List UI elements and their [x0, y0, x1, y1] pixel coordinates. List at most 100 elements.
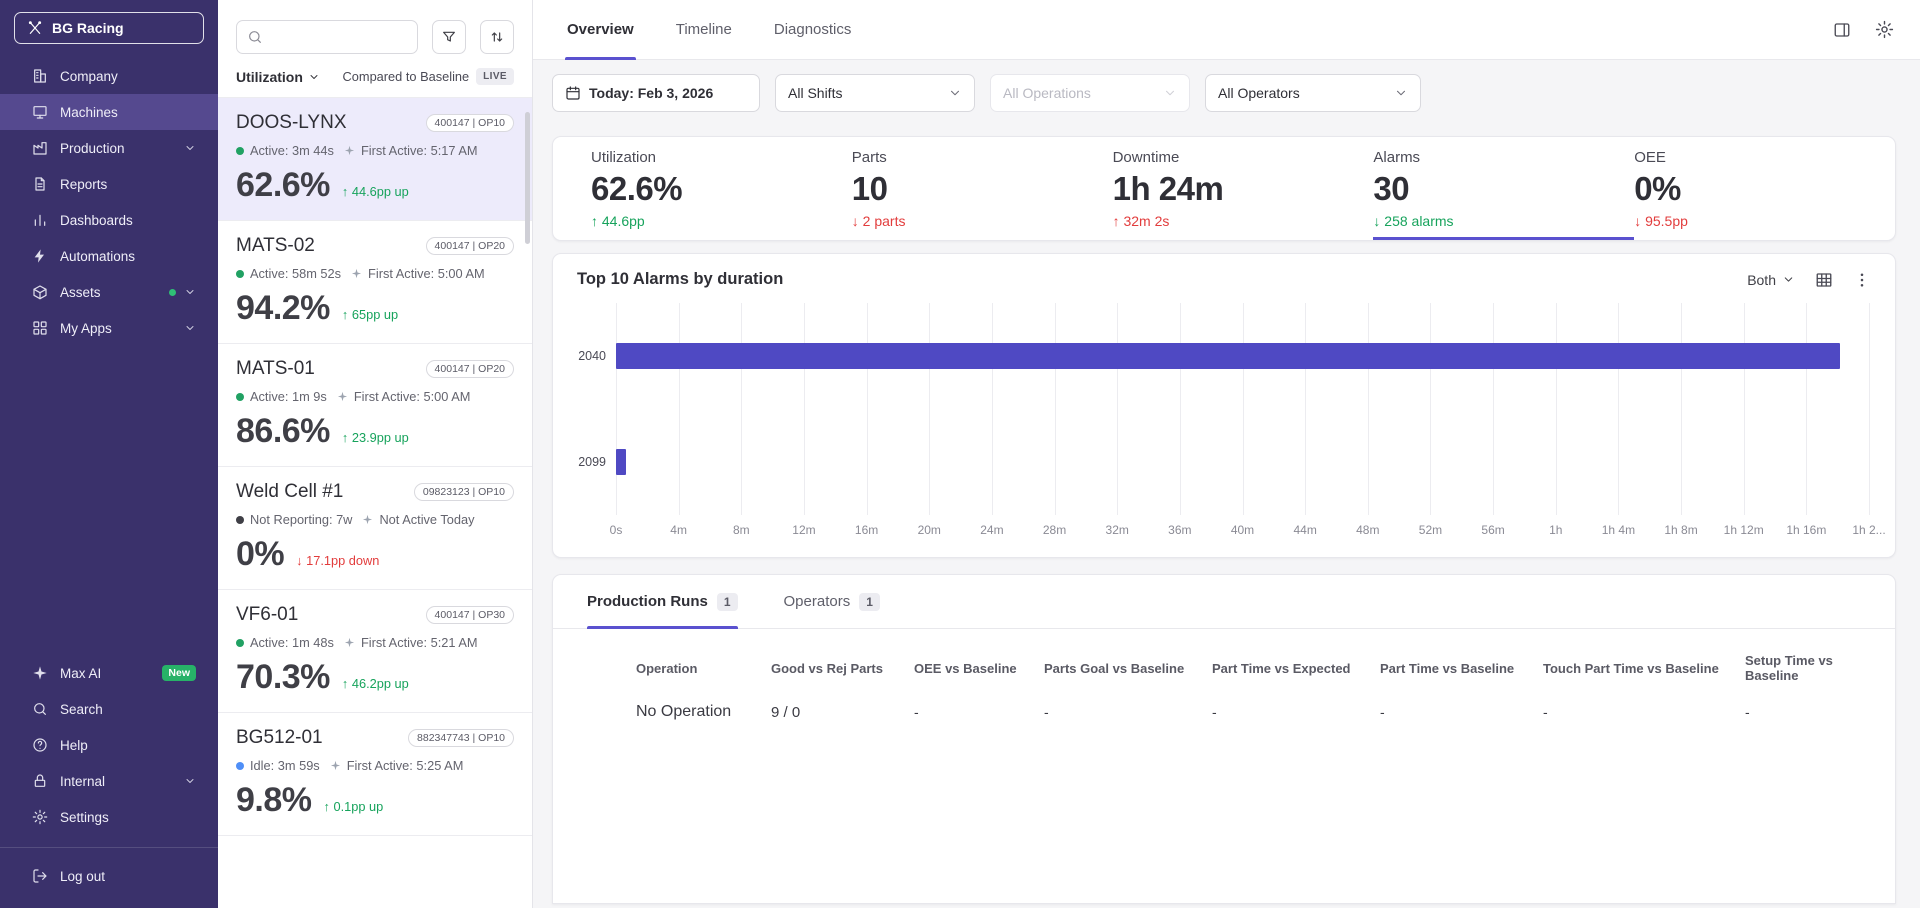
- tab-overview[interactable]: Overview: [565, 0, 636, 60]
- sparkle-icon: [32, 665, 48, 681]
- table-cell: 9 / 0: [771, 704, 914, 721]
- machine-utilization-value: 70.3%: [236, 658, 330, 697]
- machine-card-vf6-01[interactable]: VF6-01400147 | OP30Active: 1m 48sFirst A…: [218, 590, 532, 713]
- tab-label: Operators: [784, 593, 851, 610]
- machine-status-row: Active: 3m 44sFirst Active: 5:17 AM: [236, 143, 514, 158]
- operators-filter[interactable]: All Operators: [1205, 74, 1421, 112]
- sort-button[interactable]: [480, 20, 514, 54]
- production-icon: [32, 140, 48, 156]
- sidebar-item-my-apps[interactable]: My Apps: [0, 310, 218, 346]
- table-view-button[interactable]: [1815, 271, 1833, 289]
- org-switcher[interactable]: BG Racing: [14, 12, 204, 44]
- sidebar-item-production[interactable]: Production: [0, 130, 218, 166]
- tab-operators[interactable]: Operators 1: [784, 575, 880, 629]
- table-grid-icon: [1815, 271, 1833, 289]
- machine-utilization-change: ↑ 23.9pp up: [342, 430, 409, 445]
- sidebar-item-max-ai[interactable]: Max AINew: [0, 655, 218, 691]
- x-axis-tick-label: 1h: [1549, 523, 1562, 537]
- x-axis-tick-label: 32m: [1106, 523, 1129, 537]
- x-axis-tick-label: 1h 2...: [1852, 523, 1885, 537]
- sidebar-item-dashboards[interactable]: Dashboards: [0, 202, 218, 238]
- kpi-value: 62.6%: [591, 170, 852, 208]
- machine-utilization-row: 94.2%↑ 65pp up: [236, 289, 514, 328]
- x-axis-tick-label: 24m: [980, 523, 1003, 537]
- tab-timeline[interactable]: Timeline: [674, 0, 734, 60]
- tab-label: Overview: [567, 21, 634, 38]
- machine-card-header: Weld Cell #109823123 | OP10: [236, 481, 514, 503]
- live-badge: LIVE: [476, 68, 514, 85]
- chart-header: Top 10 Alarms by duration Both: [553, 270, 1895, 289]
- machine-utilization-value: 86.6%: [236, 412, 330, 451]
- sidebar-item-settings[interactable]: Settings: [0, 799, 218, 835]
- app-root: BG Racing CompanyMachinesProductionRepor…: [0, 0, 1920, 908]
- tab-production-runs[interactable]: Production Runs1: [587, 575, 738, 629]
- machine-card-doos-lynx[interactable]: DOOS-LYNX400147 | OP10Active: 3m 44sFirs…: [218, 98, 532, 221]
- machine-status-row: Active: 1m 9sFirst Active: 5:00 AM: [236, 389, 514, 404]
- sidebar-item-internal[interactable]: Internal: [0, 763, 218, 799]
- table-cell: -: [1543, 704, 1745, 720]
- machine-id-badge: 400147 | OP30: [426, 606, 514, 624]
- table-header-cell: Operation: [636, 661, 771, 676]
- sidebar-item-search[interactable]: Search: [0, 691, 218, 727]
- date-filter[interactable]: Today: Feb 3, 2026: [552, 74, 760, 112]
- sidebar-item-label: Internal: [60, 774, 105, 789]
- kpi-utilization[interactable]: Utilization62.6%↑ 44.6pp: [591, 137, 852, 240]
- settings-button[interactable]: [1875, 20, 1894, 39]
- logout-section: Log out: [0, 847, 218, 908]
- building-icon: [32, 68, 48, 84]
- tab-diagnostics[interactable]: Diagnostics: [772, 0, 854, 60]
- machine-utilization-value: 94.2%: [236, 289, 330, 328]
- machine-card-weld-cell-1[interactable]: Weld Cell #109823123 | OP10 Not Reporting…: [218, 467, 532, 590]
- chart-menu-button[interactable]: [1853, 271, 1871, 289]
- sidebar-item-reports[interactable]: Reports: [0, 166, 218, 202]
- shifts-filter[interactable]: All Shifts: [775, 74, 975, 112]
- kpi-value: 30: [1373, 170, 1634, 208]
- panel-toggle-button[interactable]: [1833, 21, 1851, 39]
- machine-utilization-row: 70.3% ↑ 46.2pp up: [236, 658, 514, 697]
- machine-status-text: Not Reporting: 7w: [250, 512, 352, 527]
- machine-search[interactable]: [236, 20, 418, 54]
- logout-icon: [32, 868, 48, 884]
- sidebar-item-extras: [184, 142, 196, 154]
- machine-list-scrollbar[interactable]: [525, 112, 530, 244]
- sort-dropdown-label: Utilization: [236, 69, 303, 85]
- sidebar-item-help[interactable]: Help: [0, 727, 218, 763]
- operators-filter-value: All Operators: [1218, 85, 1300, 101]
- machine-utilization-row: 86.6% ↑ 23.9pp up: [236, 412, 514, 451]
- machine-card-bg512-01[interactable]: BG512-01882347743 | OP10Idle: 3m 59sFirs…: [218, 713, 532, 836]
- machine-utilization-change: ↓ 17.1pp down: [296, 553, 379, 568]
- sidebar-item-machines[interactable]: Machines: [0, 94, 218, 130]
- machine-status-dot: [236, 147, 244, 155]
- machine-utilization-change: ↑ 0.1pp up: [324, 799, 384, 814]
- chart-gridline: [1869, 303, 1870, 515]
- kpi-label: Downtime: [1113, 149, 1374, 166]
- chart-controls: Both: [1747, 271, 1871, 289]
- machine-card-mats-02[interactable]: MATS-02400147 | OP20Active: 58m 52sFirst…: [218, 221, 532, 344]
- x-axis-tick-label: 48m: [1356, 523, 1379, 537]
- x-axis-tick-label: 40m: [1231, 523, 1254, 537]
- machine-card-header: MATS-02400147 | OP20: [236, 235, 514, 257]
- utilization-sort-dropdown[interactable]: Utilization: [236, 69, 320, 85]
- kpi-parts[interactable]: Parts10↓ 2 parts: [852, 137, 1113, 240]
- machine-utilization-change: ↑ 46.2pp up: [342, 676, 409, 691]
- logout-button[interactable]: Log out: [0, 858, 218, 894]
- filter-button[interactable]: [432, 20, 466, 54]
- chart-scope-dropdown[interactable]: Both: [1747, 272, 1795, 288]
- sidebar-item-automations[interactable]: Automations: [0, 238, 218, 274]
- machine-search-input[interactable]: [271, 30, 407, 45]
- machine-card-mats-01[interactable]: MATS-01400147 | OP20Active: 1m 9sFirst A…: [218, 344, 532, 467]
- sidebar-item-extras: [169, 286, 196, 298]
- sidebar-item-assets[interactable]: Assets: [0, 274, 218, 310]
- alarm-duration-bar[interactable]: [616, 343, 1840, 369]
- sidebar-item-company[interactable]: Company: [0, 58, 218, 94]
- machine-status-text: Active: 1m 9s: [250, 389, 327, 404]
- kpi-downtime[interactable]: Downtime1h 24m↑ 32m 2s: [1113, 137, 1374, 240]
- kpi-alarms[interactable]: Alarms30↓ 258 alarms: [1373, 137, 1634, 240]
- kpi-value: 1h 24m: [1113, 170, 1374, 208]
- kpi-oee[interactable]: OEE0%↓ 95.5pp: [1634, 137, 1895, 240]
- table-row[interactable]: No Operation9 / 0------: [636, 703, 1871, 721]
- chevron-down-icon: [1163, 86, 1177, 100]
- alarm-duration-bar[interactable]: [616, 449, 626, 475]
- tab-count-badge: 1: [859, 593, 880, 611]
- machine-status-dot: [236, 639, 244, 647]
